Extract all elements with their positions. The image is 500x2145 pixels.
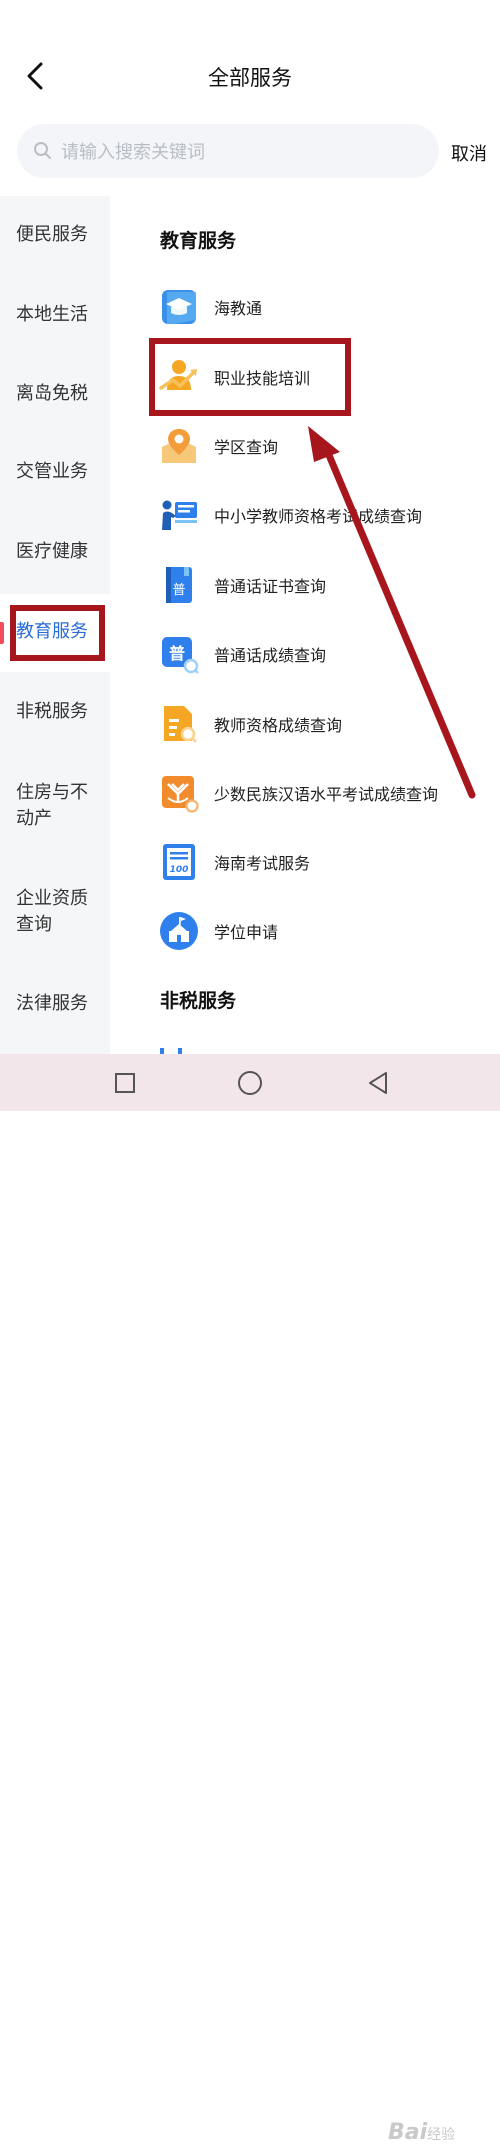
sidebar-item-label: 离岛免税 xyxy=(16,383,88,404)
service-label: 职业技能培训 xyxy=(214,369,311,388)
sidebar-item-label: 医疗健康 xyxy=(16,541,88,562)
service-list: 教育服务 海教通 职业技能培训 学区查询 中小学教师资格考试成绩查询 普 普通话… xyxy=(110,196,500,1054)
sidebar-item-label-line2: 动产 xyxy=(16,808,52,829)
service-label: 教师资格成绩查询 xyxy=(214,716,343,735)
sidebar-item-label: 教育服务 xyxy=(16,621,88,642)
service-label: 海南考试服务 xyxy=(214,854,311,873)
cancel-button[interactable]: 取消 xyxy=(451,140,487,166)
sidebar-item-education[interactable]: 教育服务 xyxy=(0,594,110,672)
section-title-non-tax: 非税服务 xyxy=(160,990,237,1012)
back-nav-button[interactable] xyxy=(366,1070,390,1096)
search-input[interactable] xyxy=(59,136,423,168)
graduation-cap-icon xyxy=(162,290,196,324)
service-label: 中小学教师资格考试成绩查询 xyxy=(214,507,423,526)
watermark: Bai经验 xyxy=(388,2120,455,2145)
recent-apps-button[interactable] xyxy=(114,1072,136,1094)
sidebar-item-label: 企业资质 xyxy=(16,888,88,909)
sidebar-item-legal[interactable]: 法律服务 xyxy=(0,966,110,1044)
service-label: 少数民族汉语水平考试成绩查询 xyxy=(214,785,439,804)
sidebar-item-housing[interactable]: 住房与不 动产 xyxy=(0,754,110,854)
sidebar-item-label: 住房与不 xyxy=(16,782,88,803)
career-growth-icon xyxy=(159,360,197,390)
home-button[interactable] xyxy=(237,1070,263,1096)
sidebar-item-duty-free[interactable]: 离岛免税 xyxy=(0,356,110,434)
sidebar-item-enterprise[interactable]: 企业资质 查询 xyxy=(0,860,110,960)
ethnic-badge-icon xyxy=(162,776,199,813)
service-item-vocational-training[interactable]: 职业技能培训 xyxy=(156,352,486,402)
service-item-hainan-exam[interactable]: 100 海南考试服务 xyxy=(156,837,486,887)
service-label: 海教通 xyxy=(214,299,263,318)
document-search-icon xyxy=(164,706,197,743)
service-item-mandarin-score[interactable]: 普 普通话成绩查询 xyxy=(156,629,486,679)
header: 全部服务 xyxy=(0,40,500,114)
service-label: 普通话成绩查询 xyxy=(214,646,327,665)
sidebar-item-label: 非税服务 xyxy=(16,701,88,722)
service-label: 学区查询 xyxy=(214,438,279,457)
service-item-ethnic-chinese-test[interactable]: 少数民族汉语水平考试成绩查询 xyxy=(156,768,486,818)
sidebar-item-traffic[interactable]: 交管业务 xyxy=(0,434,110,512)
sidebar-item-label: 便民服务 xyxy=(16,224,88,245)
sidebar-item-medical[interactable]: 医疗健康 xyxy=(0,514,110,592)
sidebar-item-non-tax[interactable]: 非税服务 xyxy=(0,674,110,752)
service-label: 普通话证书查询 xyxy=(214,577,327,596)
next-service-icon xyxy=(160,1048,182,1054)
exam-paper-icon: 100 xyxy=(163,844,195,880)
sidebar-item-local-life[interactable]: 本地生活 xyxy=(0,276,110,354)
sidebar-item-label: 交管业务 xyxy=(16,461,88,482)
search-icon xyxy=(34,142,51,159)
watermark-brand2: 经验 xyxy=(427,2127,456,2143)
mandarin-score-icon: 普 xyxy=(162,637,199,674)
page-title: 全部服务 xyxy=(208,66,292,90)
active-indicator xyxy=(0,622,4,644)
service-label: 学位申请 xyxy=(214,923,279,942)
school-building-icon xyxy=(160,912,198,950)
sidebar-item-label: 本地生活 xyxy=(16,304,88,325)
service-item-teacher-exam[interactable]: 中小学教师资格考试成绩查询 xyxy=(156,490,486,540)
teacher-board-icon xyxy=(162,500,197,530)
map-pin-icon xyxy=(162,429,196,463)
svg-text:普: 普 xyxy=(169,644,185,663)
service-item-school-district[interactable]: 学区查询 xyxy=(156,421,486,471)
service-item-teacher-qualification[interactable]: 教师资格成绩查询 xyxy=(156,699,486,749)
category-sidebar: 便民服务 本地生活 离岛免税 交管业务 医疗健康 教育服务 非税服务 住房与不 … xyxy=(0,196,110,1054)
service-item-mandarin-certificate[interactable]: 普 普通话证书查询 xyxy=(156,560,486,610)
system-nav-bar: Bai经验 xyxy=(0,1054,500,2145)
certificate-book-icon: 普 xyxy=(166,567,192,603)
svg-text:普: 普 xyxy=(172,583,185,598)
service-item-degree-application[interactable]: 学位申请 xyxy=(156,906,486,956)
watermark-brand: Bai xyxy=(388,2120,428,2145)
search-bar[interactable] xyxy=(17,124,439,178)
status-bar xyxy=(0,0,500,40)
service-item-haijiaotong[interactable]: 海教通 xyxy=(156,282,486,332)
sidebar-item-label-line2: 查询 xyxy=(16,914,52,935)
section-title: 教育服务 xyxy=(160,230,237,252)
svg-text:100: 100 xyxy=(170,865,189,875)
sidebar-item-label: 法律服务 xyxy=(16,993,88,1014)
sidebar-item-convenience[interactable]: 便民服务 xyxy=(0,196,110,274)
